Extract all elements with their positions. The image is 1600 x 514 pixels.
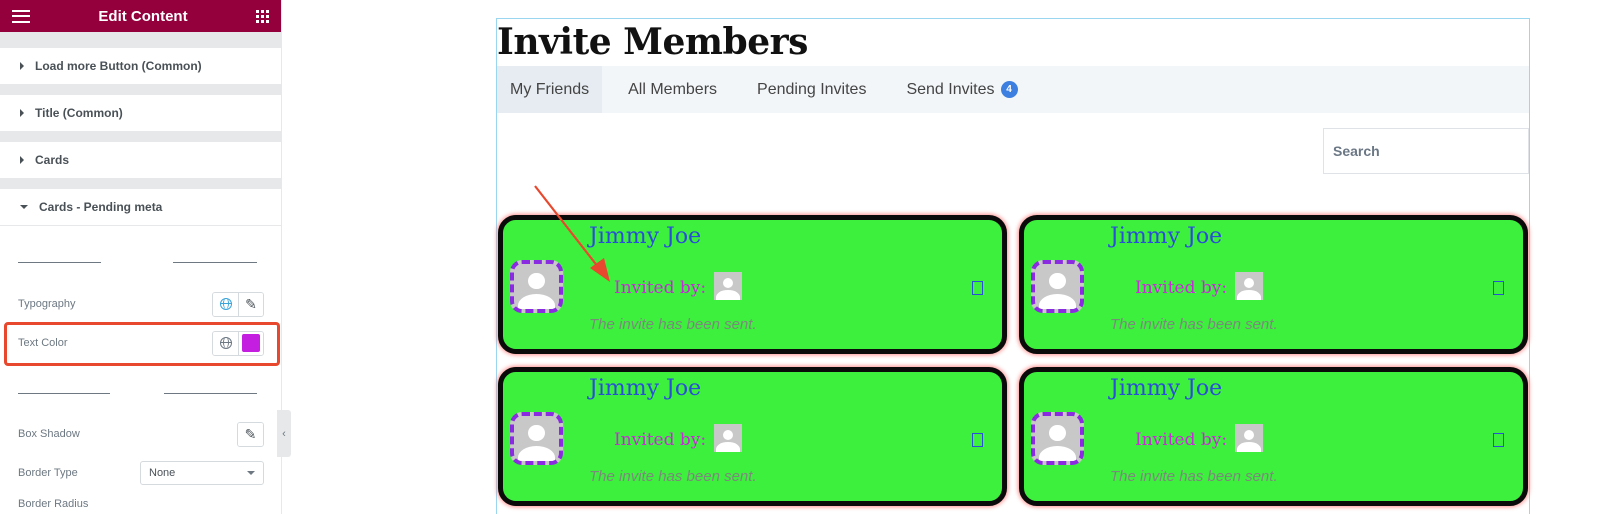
border-type-label: Border Type <box>18 467 78 479</box>
widgets-grid-icon[interactable] <box>256 9 269 23</box>
inviter-avatar <box>714 272 742 300</box>
edit-typography-button[interactable]: ✎ <box>238 292 263 316</box>
typography-button-group: ✎ <box>212 291 264 317</box>
member-name[interactable]: Jimmy Joe <box>589 224 701 249</box>
invited-by-label: Invited by: <box>1135 278 1228 298</box>
tab-all-members[interactable]: All Members <box>602 66 743 113</box>
typography-control: Typography ✎ <box>0 291 282 317</box>
global-typography-button[interactable] <box>213 292 238 316</box>
member-avatar[interactable] <box>1031 260 1084 313</box>
chevron-left-icon: ‹ <box>282 427 286 440</box>
person-icon <box>1035 416 1080 461</box>
box-shadow-button-group: ✎ <box>237 421 264 447</box>
section-load-more-button[interactable]: Load more Button (Common) <box>0 48 281 85</box>
section-separator <box>0 85 281 95</box>
tab-label: Send Invites <box>906 80 995 98</box>
control-divider <box>0 262 282 263</box>
panel-title: Edit Content <box>98 7 188 25</box>
tab-pending-invites[interactable]: Pending Invites <box>743 66 880 113</box>
person-icon <box>1235 424 1263 452</box>
caret-right-icon <box>20 109 24 117</box>
border-type-value: None <box>149 467 176 479</box>
invite-status: The invite has been sent. <box>589 316 757 333</box>
section-label: Cards - Pending meta <box>39 200 163 214</box>
caret-right-icon <box>20 156 24 164</box>
inviter-avatar <box>714 424 742 452</box>
caret-right-icon <box>20 62 24 70</box>
box-shadow-control: Box Shadow ✎ <box>0 421 282 447</box>
invite-status: The invite has been sent. <box>1110 316 1278 333</box>
member-card: Jimmy Joe Invited by: The invite has bee… <box>1019 215 1528 354</box>
globe-icon <box>219 298 232 310</box>
pencil-icon: ✎ <box>245 296 257 312</box>
section-label: Title (Common) <box>35 106 123 120</box>
members-tabs: My Friends All Members Pending Invites S… <box>497 66 1529 113</box>
caret-down-icon <box>20 205 28 209</box>
collapse-panel-button[interactable]: ‹ <box>277 410 291 457</box>
member-avatar[interactable] <box>510 260 563 313</box>
person-icon <box>714 272 742 300</box>
inviter-avatar <box>1235 424 1263 452</box>
editor-panel: Edit Content Load more Button (Common) T… <box>0 0 282 514</box>
person-icon <box>1235 272 1263 300</box>
dropdown-caret-icon <box>247 471 255 475</box>
hamburger-menu-icon[interactable] <box>12 9 30 23</box>
member-name[interactable]: Jimmy Joe <box>1110 224 1222 249</box>
person-icon <box>714 424 742 452</box>
section-cards[interactable]: Cards <box>0 142 281 179</box>
border-type-select[interactable]: None <box>140 461 264 485</box>
tab-send-invites[interactable]: Send Invites 4 <box>880 66 1043 113</box>
section-separator <box>0 132 281 142</box>
person-icon <box>1035 264 1080 309</box>
typography-label: Typography <box>18 298 76 310</box>
person-icon <box>514 264 559 309</box>
tab-label: All Members <box>628 80 718 98</box>
preview-canvas: Invite Members My Friends All Members Pe… <box>496 18 1530 514</box>
border-type-control: Border Type None <box>0 461 282 485</box>
member-avatar[interactable] <box>510 412 563 465</box>
member-card: Jimmy Joe Invited by: The invite has bee… <box>498 215 1007 354</box>
member-card: Jimmy Joe Invited by: The invite has bee… <box>498 367 1007 506</box>
search-input[interactable] <box>1323 128 1529 174</box>
section-label: Cards <box>35 153 70 167</box>
select-checkbox[interactable] <box>972 433 983 447</box>
border-radius-control: Border Radius <box>0 498 282 514</box>
member-name[interactable]: Jimmy Joe <box>589 376 701 401</box>
section-title[interactable]: Title (Common) <box>0 95 281 132</box>
select-checkbox[interactable] <box>972 281 983 295</box>
person-icon <box>514 416 559 461</box>
invited-by-label: Invited by: <box>614 430 707 450</box>
member-card: Jimmy Joe Invited by: The invite has bee… <box>1019 367 1528 506</box>
page-title: Invite Members <box>497 21 808 63</box>
member-name[interactable]: Jimmy Joe <box>1110 376 1222 401</box>
pencil-icon: ✎ <box>244 426 257 442</box>
section-cards-pending-meta[interactable]: Cards - Pending meta <box>0 189 281 226</box>
inviter-avatar <box>1235 272 1263 300</box>
invited-by-label: Invited by: <box>614 278 707 298</box>
section-separator <box>0 32 281 48</box>
tab-label: My Friends <box>510 80 590 98</box>
border-radius-label: Border Radius <box>18 498 89 510</box>
invite-status: The invite has been sent. <box>1110 468 1278 485</box>
section-separator <box>0 179 281 189</box>
annotation-highlight-box <box>4 322 280 366</box>
select-checkbox[interactable] <box>1493 281 1504 295</box>
invited-by-label: Invited by: <box>1135 430 1228 450</box>
select-checkbox[interactable] <box>1493 433 1504 447</box>
section-label: Load more Button (Common) <box>35 59 202 73</box>
box-shadow-label: Box Shadow <box>18 428 80 440</box>
edit-box-shadow-button[interactable]: ✎ <box>238 422 263 446</box>
control-divider <box>0 393 282 394</box>
tab-my-friends[interactable]: My Friends <box>497 66 603 113</box>
member-avatar[interactable] <box>1031 412 1084 465</box>
panel-header: Edit Content <box>0 0 281 32</box>
invite-status: The invite has been sent. <box>589 468 757 485</box>
tab-label: Pending Invites <box>757 80 867 98</box>
invites-count-badge: 4 <box>1000 81 1018 98</box>
